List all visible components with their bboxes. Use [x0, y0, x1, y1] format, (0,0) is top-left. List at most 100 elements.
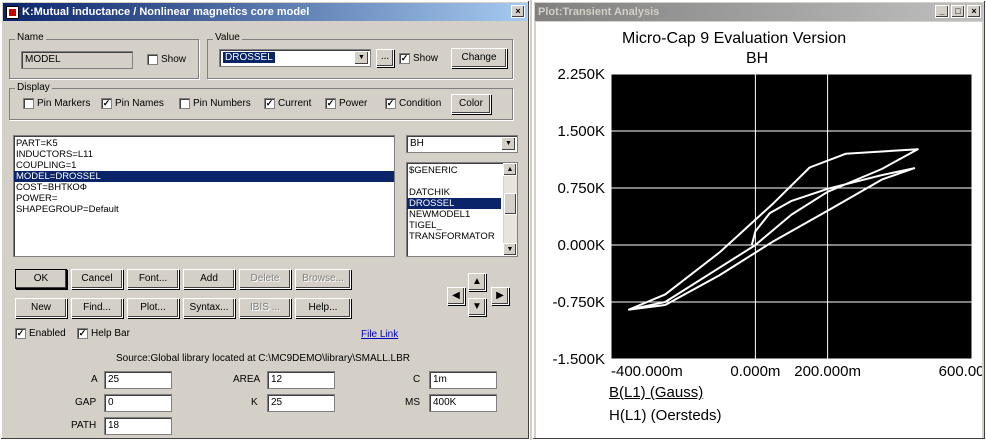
minimize-button[interactable]: _ — [935, 5, 949, 18]
chevron-down-icon[interactable]: ▼ — [501, 137, 516, 151]
attribute-item[interactable]: SHAPEGROUP=Default — [14, 204, 394, 215]
param-c-input[interactable]: 1m — [429, 371, 497, 389]
attribute-list[interactable]: PART=K5 INDUCTORS=L11 COUPLING=1 MODEL=D… — [13, 135, 395, 257]
pin-markers-label: Pin Markers — [37, 98, 91, 109]
plot-background — [611, 74, 972, 359]
param-a-input[interactable]: 25 — [104, 371, 172, 389]
param-ms-input[interactable]: 400K — [429, 394, 497, 412]
param-gap-input[interactable]: 0 — [104, 394, 172, 412]
value-browse-button[interactable]: ... — [376, 49, 394, 67]
display-group-label: Display — [15, 82, 52, 93]
y-tick-label: 0.750K — [557, 180, 605, 197]
y-axis-label: H(L1) (Oersteds) — [609, 407, 722, 424]
scroll-down-icon[interactable]: ▼ — [503, 243, 517, 256]
dialog-close-button[interactable]: × — [511, 5, 525, 18]
param-area-label: AREA — [233, 374, 261, 385]
model-item[interactable]: TRANSFORMATOR — [407, 231, 517, 242]
value-group-label: Value — [213, 32, 242, 43]
attribute-item[interactable]: COUPLING=1 — [14, 160, 394, 171]
move-right-button[interactable]: ▶ — [491, 287, 509, 305]
maximize-button[interactable]: □ — [951, 5, 965, 18]
value-show-check-icon: ✓ — [399, 53, 410, 64]
y-tick-label: 2.250K — [557, 66, 605, 83]
condition-check-icon: ✓ — [385, 98, 396, 109]
plot-title: Plot:Transient Analysis — [538, 6, 660, 18]
model-item[interactable] — [407, 176, 517, 187]
new-button[interactable]: New — [15, 298, 67, 318]
y-tick-label: 0.000K — [557, 237, 605, 254]
current-checkbox[interactable]: ✓ Current — [264, 98, 311, 109]
plot-button[interactable]: Plot... — [127, 298, 179, 318]
name-show-checkbox[interactable]: Show — [147, 54, 186, 65]
plot-titlebar[interactable]: Plot:Transient Analysis _ □ × — [535, 3, 983, 21]
model-item[interactable]: TIGEL_ — [407, 220, 517, 231]
value-show-checkbox[interactable]: ✓ Show — [399, 53, 438, 64]
font-button[interactable]: Font... — [127, 269, 179, 289]
move-down-button[interactable]: ▼ — [468, 298, 486, 316]
move-up-button[interactable]: ▲ — [468, 273, 486, 291]
find-button[interactable]: Find... — [71, 298, 123, 318]
param-ms-label: MS — [405, 397, 420, 408]
x-tick-label: 600.000m — [939, 363, 982, 380]
model-item[interactable]: DATCHIK — [407, 187, 517, 198]
pin-names-label: Pin Names — [115, 98, 164, 109]
plot-close-button[interactable]: × — [967, 5, 981, 18]
syntax-button[interactable]: Syntax... — [183, 298, 235, 318]
ibis-button[interactable]: IBIS ... — [239, 298, 291, 318]
scroll-thumb[interactable] — [504, 193, 517, 215]
name-group-label: Name — [15, 32, 46, 43]
param-k-label: K — [251, 397, 258, 408]
model-list[interactable]: $GENERIC DATCHIK DROSSEL NEWMODEL1 TIGEL… — [406, 162, 518, 257]
help-bar-label: Help Bar — [91, 328, 130, 339]
plot-window: Plot:Transient Analysis _ □ × Micro-Cap … — [532, 0, 986, 440]
model-item[interactable]: NEWMODEL1 — [407, 209, 517, 220]
attribute-item[interactable]: POWER= — [14, 193, 394, 204]
power-checkbox[interactable]: ✓ Power — [325, 98, 367, 109]
param-a-label: A — [91, 374, 98, 385]
help-bar-check-icon: ✓ — [77, 328, 88, 339]
help-button[interactable]: Help... — [295, 298, 351, 318]
name-show-label: Show — [161, 54, 187, 65]
plot-select[interactable]: BH ▼ — [406, 135, 518, 153]
browse-button[interactable]: Browse... — [295, 269, 351, 289]
model-item[interactable]: $GENERIC — [407, 165, 517, 176]
param-c-label: C — [413, 374, 421, 385]
scroll-up-icon[interactable]: ▲ — [503, 163, 517, 176]
attribute-item-selected[interactable]: MODEL=DROSSEL — [14, 171, 394, 182]
pin-markers-box — [23, 98, 34, 109]
model-dialog: K:Mutual inductance / Nonlinear magnetic… — [0, 0, 530, 440]
enabled-checkbox[interactable]: ✓ Enabled — [15, 328, 66, 339]
ok-button[interactable]: OK — [15, 269, 67, 289]
add-button[interactable]: Add — [183, 269, 235, 289]
chevron-down-icon[interactable]: ▼ — [354, 51, 369, 65]
attribute-item[interactable]: INDUCTORS=L11 — [14, 149, 394, 160]
change-button[interactable]: Change — [451, 48, 507, 68]
delete-button[interactable]: Delete — [239, 269, 291, 289]
file-link[interactable]: File Link — [361, 329, 398, 340]
param-k-input[interactable]: 25 — [267, 394, 335, 412]
plot-select-value: BH — [410, 138, 424, 149]
attribute-item[interactable]: COST=ВНТКОФ — [14, 182, 394, 193]
help-bar-checkbox[interactable]: ✓ Help Bar — [77, 328, 130, 339]
param-path-input[interactable]: 18 — [104, 417, 172, 435]
plot-canvas: Micro-Cap 9 Evaluation Version BH 2.250K… — [536, 22, 982, 438]
pin-names-check-icon: ✓ — [101, 98, 112, 109]
pin-names-checkbox[interactable]: ✓ Pin Names — [101, 98, 164, 109]
enabled-check-icon: ✓ — [15, 328, 26, 339]
move-left-button[interactable]: ◀ — [447, 287, 465, 305]
condition-checkbox[interactable]: ✓ Condition — [385, 98, 441, 109]
dialog-titlebar[interactable]: K:Mutual inductance / Nonlinear magnetic… — [3, 3, 527, 21]
pin-markers-checkbox[interactable]: Pin Markers — [23, 98, 90, 109]
model-list-scrollbar[interactable]: ▲ ▼ — [503, 163, 517, 256]
pin-numbers-checkbox[interactable]: Pin Numbers — [179, 98, 251, 109]
value-combobox[interactable]: DROSSEL ▼ — [219, 49, 371, 67]
param-area-input[interactable]: 12 — [267, 371, 335, 389]
name-show-box — [147, 54, 158, 65]
name-field[interactable]: MODEL — [21, 51, 133, 69]
color-button[interactable]: Color — [451, 94, 491, 114]
current-label: Current — [278, 98, 312, 109]
model-item-selected[interactable]: DROSSEL — [407, 198, 501, 209]
x-tick-label: 200.000m — [794, 363, 861, 380]
attribute-item[interactable]: PART=K5 — [14, 138, 394, 149]
cancel-button[interactable]: Cancel — [71, 269, 123, 289]
